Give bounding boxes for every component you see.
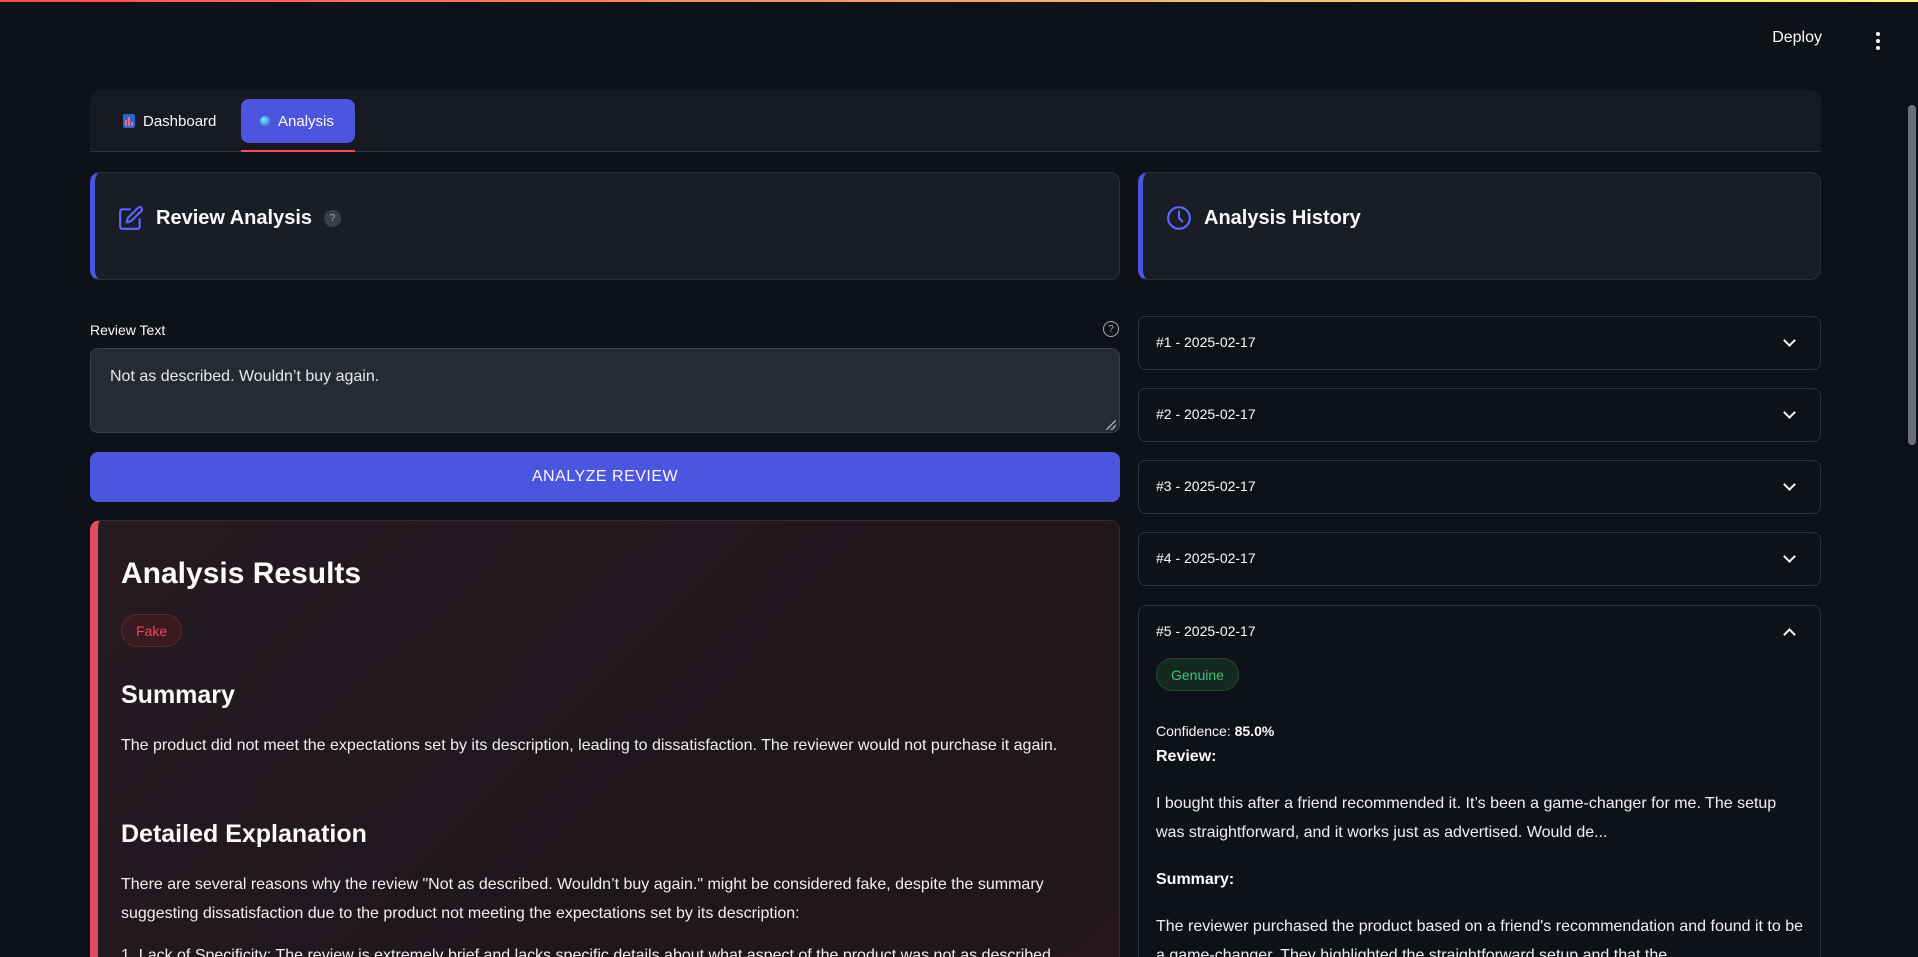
review-label: Review: (1156, 748, 1217, 765)
review-text: I bought this after a friend recommended… (1156, 795, 1777, 841)
chevron-up-icon[interactable] (1783, 628, 1796, 641)
active-tab-indicator (241, 150, 355, 152)
tab-dashboard[interactable]: Dashboard (104, 99, 224, 143)
history-item[interactable]: #1 - 2025-02-17 (1138, 316, 1821, 370)
bar-chart-icon (123, 114, 135, 128)
resize-handle-icon[interactable] (1106, 420, 1116, 430)
clock-icon (1167, 206, 1191, 230)
history-item[interactable]: #2 - 2025-02-17 (1138, 388, 1821, 442)
history-item-expanded[interactable]: #5 - 2025-02-17 Genuine Confidence: 85.0… (1138, 605, 1821, 957)
summary-label: Summary: (1156, 871, 1235, 888)
chevron-down-icon (1783, 478, 1796, 491)
verdict-badge: Genuine (1156, 658, 1239, 691)
analyze-review-button[interactable]: ANALYZE REVIEW (90, 452, 1120, 502)
history-item-title: #5 - 2025-02-17 (1156, 623, 1256, 639)
deploy-button[interactable]: Deploy (1772, 29, 1822, 47)
history-item-title: #4 - 2025-02-17 (1156, 550, 1256, 566)
review-text-label: Review Text (90, 322, 166, 338)
summary-heading: Summary (121, 681, 235, 709)
panel-title: Review Analysis (156, 206, 313, 229)
history-item-title: #2 - 2025-02-17 (1156, 406, 1256, 422)
chevron-down-icon (1783, 406, 1796, 419)
chevron-down-icon (1783, 334, 1796, 347)
tab-analysis[interactable]: Analysis (241, 99, 355, 143)
history-item[interactable]: #3 - 2025-02-17 (1138, 460, 1821, 514)
review-analysis-panel: Review Analysis ? (90, 172, 1120, 280)
confidence-line: Confidence: 85.0% (1156, 723, 1274, 739)
panel-title: Analysis History (1204, 206, 1361, 229)
summary-text: The reviewer purchased the product based… (1156, 918, 1804, 957)
analysis-results-card: Analysis Results Fake Summary The produc… (90, 520, 1120, 957)
verdict-badge: Fake (121, 614, 183, 647)
detail-heading: Detailed Explanation (121, 820, 367, 848)
tab-bar: Dashboard Analysis (90, 90, 1821, 152)
scrollbar-thumb[interactable] (1908, 105, 1916, 445)
history-item-title: #3 - 2025-02-17 (1156, 478, 1256, 494)
help-icon[interactable]: ? (1103, 321, 1119, 337)
analysis-history-panel: Analysis History (1138, 172, 1821, 280)
history-item[interactable]: #4 - 2025-02-17 (1138, 532, 1821, 586)
confidence-value: 85.0% (1234, 723, 1275, 739)
chevron-down-icon (1783, 550, 1796, 563)
detail-text: There are several reasons why the review… (121, 876, 1044, 922)
app-header: Deploy (0, 2, 1918, 76)
summary-text: The product did not meet the expectation… (121, 737, 1058, 754)
confidence-label: Confidence: (1156, 723, 1231, 739)
globe-icon (260, 116, 270, 126)
edit-icon (119, 206, 143, 230)
tab-dashboard-label: Dashboard (143, 112, 217, 130)
main-menu-icon[interactable] (1876, 32, 1880, 50)
review-text-input[interactable]: Not as described. Wouldn’t buy again. (90, 348, 1120, 433)
detail-list-item: 1. Lack of Specificity: The review is ex… (121, 947, 1056, 957)
tab-analysis-label: Analysis (278, 112, 334, 130)
results-title: Analysis Results (121, 557, 362, 590)
history-item-title: #1 - 2025-02-17 (1156, 334, 1256, 350)
help-icon[interactable]: ? (324, 209, 342, 227)
